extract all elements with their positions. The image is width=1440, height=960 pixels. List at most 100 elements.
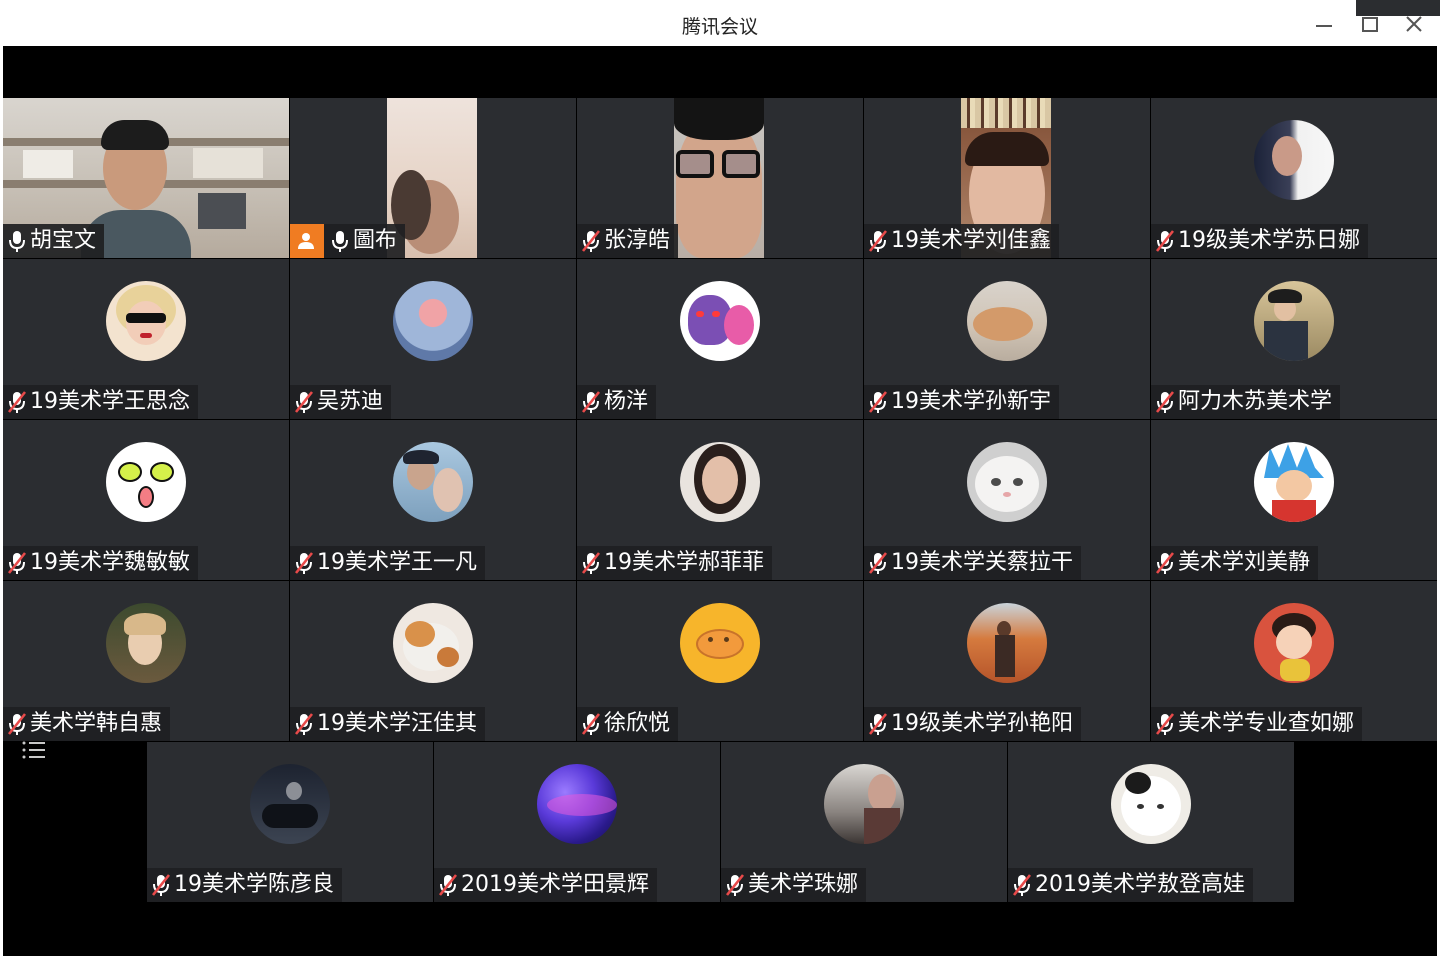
microphone-muted-icon <box>7 390 27 414</box>
participant-label: 19级美术学苏日娜 <box>1151 224 1368 258</box>
participant-name: 美术学专业查如娜 <box>1178 711 1355 736</box>
participant-avatar <box>680 442 760 522</box>
host-badge <box>290 224 324 258</box>
participant-avatar <box>1111 764 1191 844</box>
participant-name: 19美术学郝菲菲 <box>604 550 764 575</box>
participant-name: 美术学韩自惠 <box>30 711 163 736</box>
participant-name: 杨洋 <box>604 389 649 414</box>
participant-label: 19美术学刘佳鑫 <box>864 224 1059 258</box>
participant-name: 19美术学刘佳鑫 <box>891 228 1051 253</box>
participant-tile[interactable]: 19级美术学孙艳阳 <box>864 581 1150 741</box>
minimize-button[interactable] <box>1304 6 1344 42</box>
participant-name: 张淳皓 <box>604 228 671 253</box>
participant-label: 2019美术学敖登高娃 <box>1008 868 1253 902</box>
maximize-icon <box>1362 17 1378 32</box>
participant-avatar <box>1254 603 1334 683</box>
participant-name: 徐欣悦 <box>604 711 671 736</box>
participant-name: 19美术学陈彦良 <box>174 872 334 897</box>
participant-list-button[interactable] <box>21 740 47 764</box>
microphone-muted-icon <box>1155 712 1175 736</box>
participant-label: 19美术学王一凡 <box>290 546 485 580</box>
microphone-muted-icon <box>868 229 888 253</box>
microphone-muted-icon <box>294 390 314 414</box>
microphone-muted-icon <box>868 712 888 736</box>
participant-avatar <box>967 603 1047 683</box>
participant-label: 张淳皓 <box>577 224 679 258</box>
participant-tile[interactable]: 19美术学孙新宇 <box>864 259 1150 419</box>
participant-tile[interactable]: 19美术学关蔡拉干 <box>864 420 1150 580</box>
participant-tile[interactable]: 吴苏迪 <box>290 259 576 419</box>
participant-name: 19美术学王一凡 <box>317 550 477 575</box>
participant-tile[interactable]: 徐欣悦 <box>577 581 863 741</box>
microphone-muted-icon <box>7 551 27 575</box>
participant-name: 吴苏迪 <box>317 389 384 414</box>
participant-avatar <box>1254 281 1334 361</box>
participant-name: 2019美术学田景辉 <box>461 872 649 897</box>
participant-avatar <box>393 442 473 522</box>
participant-tile[interactable]: 杨洋 <box>577 259 863 419</box>
microphone-muted-icon <box>294 551 314 575</box>
participant-name: 19美术学魏敏敏 <box>30 550 190 575</box>
microphone-muted-icon <box>1155 390 1175 414</box>
participant-tile[interactable]: 2019美术学敖登高娃 <box>1008 742 1294 902</box>
microphone-muted-icon <box>1012 873 1032 897</box>
close-icon <box>1406 16 1422 32</box>
participant-name: 美术学刘美静 <box>1178 550 1311 575</box>
participant-tile[interactable]: 19美术学魏敏敏 <box>3 420 289 580</box>
participant-tile[interactable]: 19美术学陈彦良 <box>147 742 433 902</box>
participant-label: 吴苏迪 <box>290 385 392 419</box>
participant-label: 19美术学王思念 <box>3 385 198 419</box>
participant-avatar <box>537 764 617 844</box>
participant-label: 美术学专业查如娜 <box>1151 707 1363 741</box>
participant-tile[interactable]: 圖布 <box>290 98 576 258</box>
participant-tile[interactable]: 美术学专业查如娜 <box>1151 581 1437 741</box>
participant-tile[interactable]: 2019美术学田景辉 <box>434 742 720 902</box>
microphone-icon <box>7 229 27 253</box>
participant-tile[interactable]: 阿力木苏美术学 <box>1151 259 1437 419</box>
participant-tile[interactable]: 胡宝文 <box>3 98 289 258</box>
participant-tile[interactable]: 19美术学刘佳鑫 <box>864 98 1150 258</box>
microphone-muted-icon <box>438 873 458 897</box>
participant-label: 美术学韩自惠 <box>3 707 171 741</box>
host-user-icon <box>296 231 316 251</box>
microphone-muted-icon <box>1155 229 1175 253</box>
participant-avatar <box>1254 442 1334 522</box>
participant-name: 胡宝文 <box>30 228 97 253</box>
participant-label: 美术学珠娜 <box>721 868 867 902</box>
participant-avatar <box>680 603 760 683</box>
close-button[interactable] <box>1394 6 1434 42</box>
participant-label: 19级美术学孙艳阳 <box>864 707 1081 741</box>
minimize-icon <box>1316 25 1332 27</box>
participant-name: 19级美术学孙艳阳 <box>891 711 1073 736</box>
participant-video <box>674 98 764 258</box>
maximize-button[interactable] <box>1350 6 1390 42</box>
participant-avatar <box>250 764 330 844</box>
participant-name: 2019美术学敖登高娃 <box>1035 872 1245 897</box>
participant-tile[interactable]: 美术学刘美静 <box>1151 420 1437 580</box>
participant-label: 美术学刘美静 <box>1151 546 1319 580</box>
participant-tile[interactable]: 19美术学王思念 <box>3 259 289 419</box>
participant-name: 阿力木苏美术学 <box>1178 389 1333 414</box>
participant-tile[interactable]: 张淳皓 <box>577 98 863 258</box>
participant-label: 2019美术学田景辉 <box>434 868 657 902</box>
participant-avatar <box>824 764 904 844</box>
participant-name: 19美术学王思念 <box>30 389 190 414</box>
participant-label: 19美术学汪佳其 <box>290 707 485 741</box>
microphone-muted-icon <box>7 712 27 736</box>
microphone-muted-icon <box>294 712 314 736</box>
participant-avatar <box>106 442 186 522</box>
participant-name: 美术学珠娜 <box>748 872 859 897</box>
microphone-muted-icon <box>1155 551 1175 575</box>
participant-tile[interactable]: 19美术学郝菲菲 <box>577 420 863 580</box>
meeting-window: 腾讯会议 胡宝文 圖布 张淳皓 19美术学刘佳鑫 19级美术学苏日娜 19美术学… <box>0 0 1440 960</box>
participant-tile[interactable]: 19美术学汪佳其 <box>290 581 576 741</box>
participant-tile[interactable]: 美术学珠娜 <box>721 742 1007 902</box>
participant-tile[interactable]: 19级美术学苏日娜 <box>1151 98 1437 258</box>
participant-label: 徐欣悦 <box>577 707 679 741</box>
title-bar: 腾讯会议 <box>0 0 1440 46</box>
microphone-muted-icon <box>868 390 888 414</box>
participant-label: 19美术学关蔡拉干 <box>864 546 1081 580</box>
participant-tile[interactable]: 19美术学王一凡 <box>290 420 576 580</box>
participant-tile[interactable]: 美术学韩自惠 <box>3 581 289 741</box>
participant-avatar <box>1254 120 1334 200</box>
